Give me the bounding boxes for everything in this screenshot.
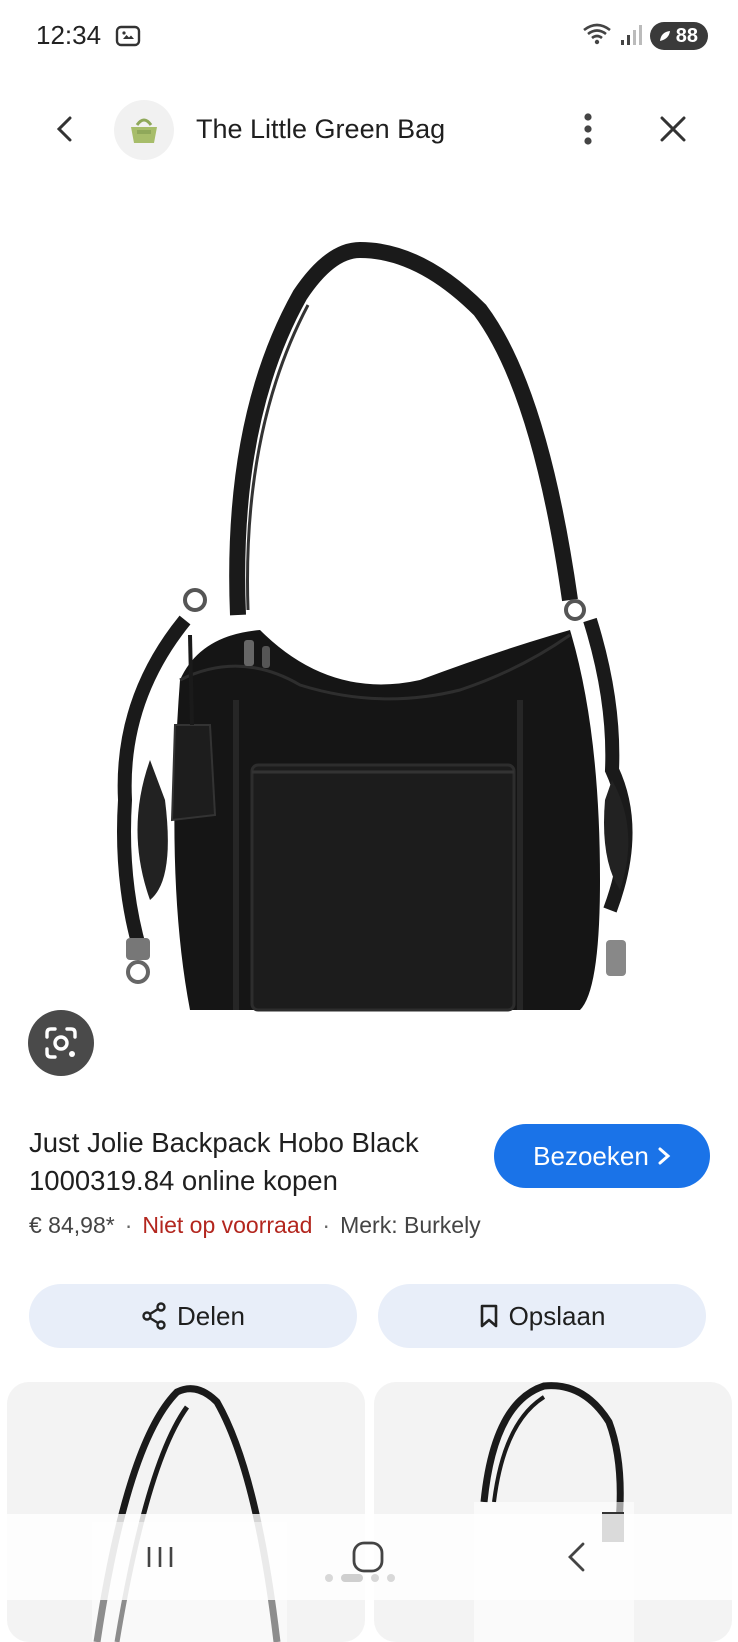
visit-button[interactable]: Bezoeken [494,1124,710,1188]
share-icon [142,1302,166,1330]
battery-icon: 88 [649,22,708,50]
page-dot [371,1574,379,1582]
close-icon [660,116,686,142]
related-result-image [92,1385,287,1642]
product-brand: Merk: Burkely [340,1212,481,1238]
battery-level: 88 [675,24,698,47]
status-time: 12:34 [36,20,102,50]
save-button[interactable]: Opslaan [378,1284,706,1348]
status-icons: 88 [582,20,708,52]
status-bar: 12:34 88 [0,0,738,72]
product-image[interactable] [0,180,738,1100]
bookmark-icon [480,1304,497,1328]
more-options-button[interactable] [568,104,608,154]
back-arrow-icon [56,116,72,142]
site-logo[interactable] [114,100,174,160]
recents-icon [147,1547,173,1567]
separator: · [322,1212,331,1238]
page-dot [387,1574,395,1582]
wifi-icon [582,21,612,52]
chevron-right-icon [658,1147,671,1165]
share-label: Delen [177,1300,245,1331]
back-button[interactable] [40,104,90,154]
related-result-card[interactable] [374,1382,732,1642]
top-bar: The Little Green Bag [0,90,738,176]
page-indicator [325,1574,395,1582]
more-vert-icon [584,113,592,145]
lens-icon [45,1027,77,1059]
home-icon [352,1541,384,1573]
site-title[interactable]: The Little Green Bag [196,114,445,145]
related-result-image [474,1382,634,1642]
visit-button-label: Bezoeken [533,1140,649,1171]
related-result-card[interactable] [7,1382,365,1642]
stock-status: Niet op voorraad [142,1212,313,1238]
bag-logo-icon [131,118,157,143]
save-label: Opslaan [508,1300,606,1331]
signal-icon [620,22,642,51]
close-button[interactable] [648,104,698,154]
screenshot-icon [114,22,142,50]
lens-search-button[interactable] [28,1010,94,1076]
back-nav-button[interactable] [546,1532,606,1582]
product-meta: € 84,98* · Niet op voorraad · Merk: Burkely [29,1212,481,1239]
separator: · [124,1212,133,1238]
product-title[interactable]: Just Jolie Backpack Hobo Black 1000319.8… [29,1124,469,1200]
share-button[interactable]: Delen [29,1284,357,1348]
back-nav-icon [568,1542,585,1572]
product-price: € 84,98* [29,1212,115,1238]
page-dot [325,1574,333,1582]
page-dot-active [341,1574,363,1582]
system-nav-bar [0,1514,738,1600]
recents-button[interactable] [130,1532,190,1582]
